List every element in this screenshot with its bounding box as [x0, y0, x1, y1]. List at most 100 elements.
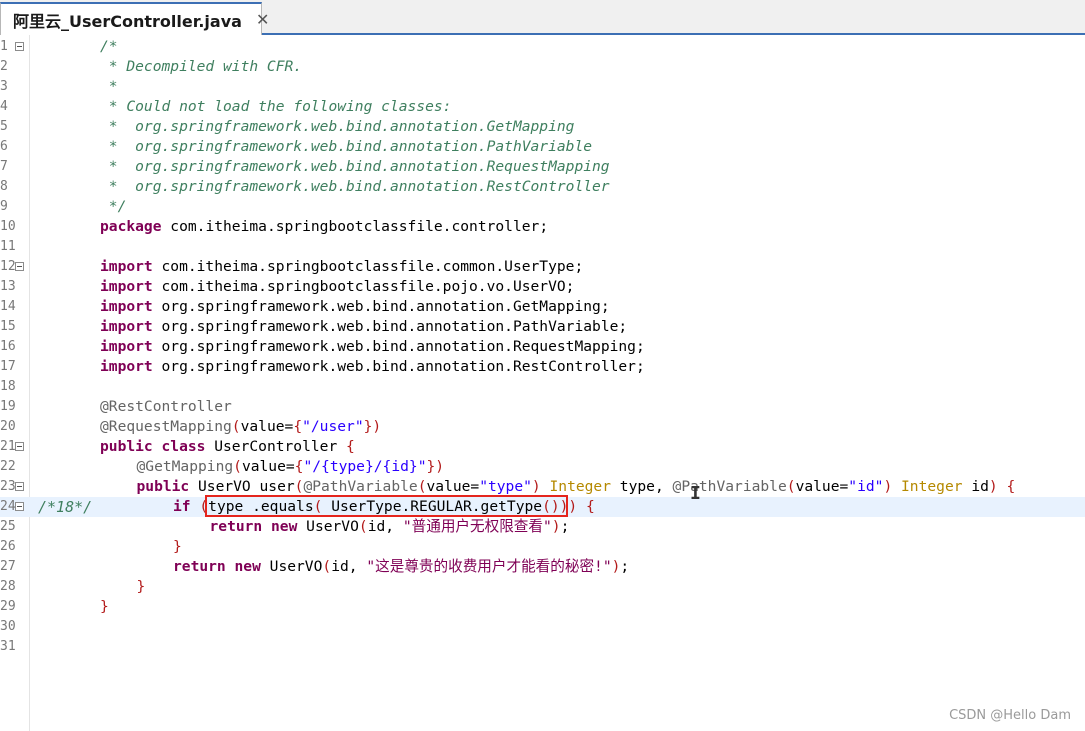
fold-toggle-icon[interactable]: [15, 262, 24, 271]
code-text[interactable]: */: [100, 197, 127, 217]
line-number: 17: [0, 359, 16, 374]
code-line: 6 * org.springframework.web.bind.annotat…: [0, 137, 1085, 157]
code-text[interactable]: }: [137, 577, 146, 597]
line-number: 24: [0, 499, 16, 514]
code-text[interactable]: return new UserVO(id, "普通用户无权限查看");: [210, 517, 570, 537]
editor-tab-bar: 阿里云_UserController.java ✕: [0, 0, 1085, 35]
line-number: 2: [0, 59, 8, 74]
code-text[interactable]: @RequestMapping(value={"/user"}): [100, 417, 381, 437]
code-text[interactable]: import com.itheima.springbootclassfile.c…: [100, 257, 583, 277]
code-token: * Could not load the following classes:: [100, 98, 452, 115]
fold-toggle-icon[interactable]: [15, 42, 24, 51]
code-text[interactable]: return new UserVO(id, "这是尊贵的收费用户才能看的秘密!"…: [173, 557, 629, 577]
close-icon[interactable]: ✕: [256, 10, 269, 29]
fold-toggle-icon[interactable]: [15, 482, 24, 491]
code-text[interactable]: package com.itheima.springbootclassfile.…: [100, 217, 548, 237]
code-token: com.itheima.springbootclassfile.controll…: [161, 218, 549, 235]
code-token: ;: [620, 558, 630, 575]
code-text[interactable]: @RestController: [100, 397, 232, 417]
fold-toggle-icon[interactable]: [15, 442, 24, 451]
code-text[interactable]: * org.springframework.web.bind.annotatio…: [100, 177, 610, 197]
code-token: */: [100, 198, 127, 215]
code-line: 3 *: [0, 77, 1085, 97]
code-text[interactable]: /*: [100, 37, 118, 57]
code-token: package: [100, 218, 162, 235]
line-number: 27: [0, 559, 16, 574]
code-line: 20 @RequestMapping(value={"/user"}): [0, 417, 1085, 437]
code-token: ): [883, 478, 893, 495]
code-token: /*: [100, 38, 118, 55]
line-number: 7: [0, 159, 8, 174]
code-text[interactable]: import com.itheima.springbootclassfile.p…: [100, 277, 574, 297]
code-token: }: [100, 598, 109, 615]
line-number: 22: [0, 459, 16, 474]
watermark: CSDN @Hello Dam: [949, 708, 1071, 723]
code-text[interactable]: }: [173, 537, 182, 557]
tab-title[interactable]: 阿里云_UserController.java: [1, 8, 242, 32]
code-token: value=: [240, 418, 294, 435]
code-line: 22 @GetMapping(value={"/{type}/{id}"}): [0, 457, 1085, 477]
code-token: @RequestMapping: [100, 418, 232, 435]
code-token: UserVO user: [189, 478, 295, 495]
code-token: * org.springframework.web.bind.annotatio…: [100, 138, 593, 155]
code-token: import: [100, 358, 153, 375]
code-token: * org.springframework.web.bind.annotatio…: [100, 158, 610, 175]
code-text[interactable]: }: [100, 597, 109, 617]
code-token: id,: [331, 558, 367, 575]
code-line: 7 * org.springframework.web.bind.annotat…: [0, 157, 1085, 177]
code-token: import: [100, 298, 153, 315]
fold-toggle-icon[interactable]: [15, 502, 24, 511]
code-text[interactable]: import org.springframework.web.bind.anno…: [100, 317, 627, 337]
code-token: }): [363, 418, 382, 435]
code-token: com.itheima.springbootclassfile.common.U…: [152, 258, 584, 275]
code-token: @PathVariable: [303, 478, 418, 495]
code-token: UserVO: [297, 518, 359, 535]
code-line: 25 return new UserVO(id, "普通用户无权限查看");: [0, 517, 1085, 537]
code-text[interactable]: import org.springframework.web.bind.anno…: [100, 297, 610, 317]
code-text[interactable]: * org.springframework.web.bind.annotatio…: [100, 137, 592, 157]
code-token: import: [100, 278, 153, 295]
code-text[interactable]: * Decompiled with CFR.: [100, 57, 302, 77]
code-line: 29}: [0, 597, 1085, 617]
code-token: * Decompiled with CFR.: [100, 58, 303, 75]
code-token: public: [136, 478, 190, 495]
code-token: value=: [795, 478, 849, 495]
code-token: type,: [611, 478, 673, 495]
code-text[interactable]: import org.springframework.web.bind.anno…: [100, 357, 645, 377]
code-text[interactable]: public UserVO user(@PathVariable(value="…: [137, 477, 1016, 497]
code-line: 30: [0, 617, 1085, 637]
code-token: {: [293, 418, 303, 435]
code-text[interactable]: *: [100, 77, 118, 97]
code-token: }: [136, 578, 146, 595]
code-line: 2 * Decompiled with CFR.: [0, 57, 1085, 77]
code-token: org.springframework.web.bind.annotation.…: [152, 338, 645, 355]
code-line: 21 public class UserController {: [0, 437, 1085, 457]
code-token: "type": [479, 478, 532, 495]
code-line: 27 return new UserVO(id, "这是尊贵的收费用户才能看的秘密…: [0, 557, 1085, 577]
code-token: org.springframework.web.bind.annotation.…: [152, 298, 610, 315]
code-token: return new: [209, 518, 298, 535]
line-number: 18: [0, 379, 16, 394]
code-text[interactable]: * org.springframework.web.bind.annotatio…: [100, 157, 610, 177]
code-token: {: [346, 438, 355, 455]
code-text[interactable]: public class UserController {: [100, 437, 355, 457]
code-text[interactable]: @GetMapping(value={"/{type}/{id}"}): [137, 457, 445, 477]
code-line: 15 import org.springframework.web.bind.an…: [0, 317, 1085, 337]
line-number: 4: [0, 99, 8, 114]
code-token: {: [586, 498, 595, 515]
line-number: 10: [0, 219, 16, 234]
line-number: 20: [0, 419, 16, 434]
source-line-marker: /*18*/: [38, 498, 93, 516]
editor-tab-active[interactable]: 阿里云_UserController.java ✕: [0, 2, 269, 35]
code-editor[interactable]: 1/* 2 * Decompiled with CFR. 3 * 4 * Could …: [0, 35, 1085, 731]
code-token: "这是尊贵的收费用户才能看的秘密!": [366, 558, 612, 575]
code-text[interactable]: * Could not load the following classes:: [100, 97, 452, 117]
code-token: id: [962, 478, 989, 495]
code-text[interactable]: * org.springframework.web.bind.annotatio…: [100, 117, 575, 137]
line-number: 8: [0, 179, 8, 194]
code-token: value=: [241, 458, 295, 475]
code-line: 18: [0, 377, 1085, 397]
code-token: Integer: [540, 478, 612, 495]
code-text[interactable]: import org.springframework.web.bind.anno…: [100, 337, 645, 357]
